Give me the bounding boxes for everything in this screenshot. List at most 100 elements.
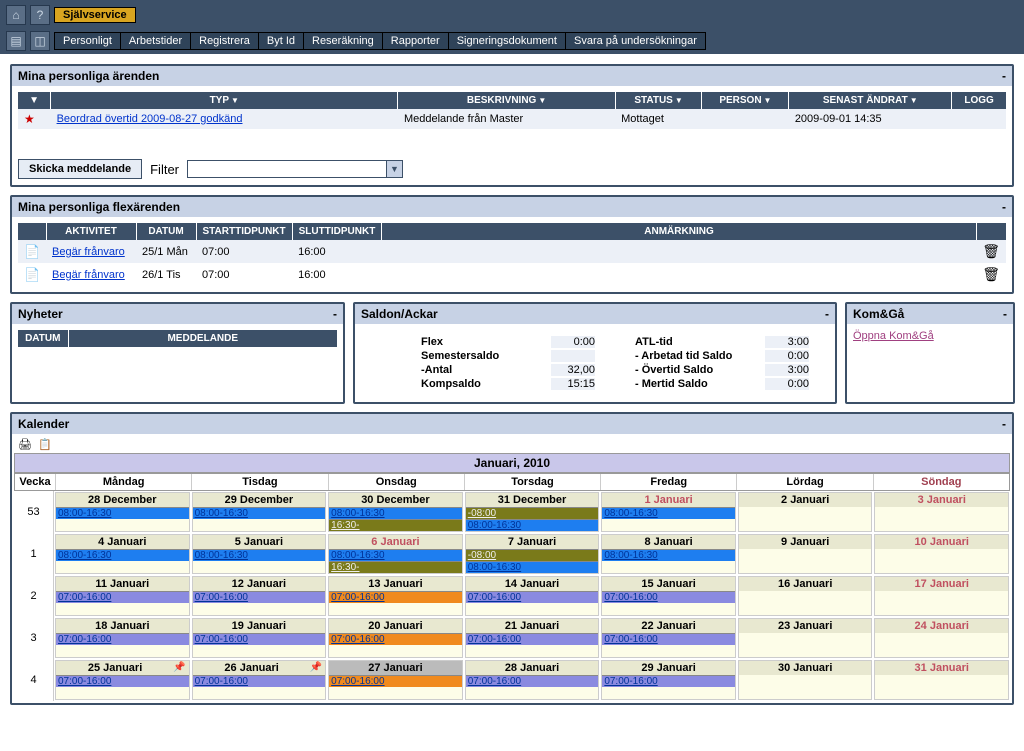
calendar-slot[interactable]: 08:00-16:30 [56, 507, 189, 519]
col-beskr[interactable]: BESKRIVNING▼ [398, 92, 615, 109]
send-message-button[interactable]: Skicka meddelande [18, 159, 142, 179]
calendar-cell[interactable]: 11 Januari07:00-16:00 [55, 576, 190, 616]
calendar-slot[interactable]: 08:00-16:30 [466, 561, 599, 573]
arende-link[interactable]: Beordrad övertid 2009-08-27 godkänd [57, 113, 243, 125]
calendar-slot[interactable]: 07:00-16:00 [602, 633, 735, 645]
calendar-cell[interactable]: 7 Januari-08:0008:00-16:30 [465, 534, 600, 574]
menu-registrera[interactable]: Registrera [191, 33, 259, 49]
open-komga-link[interactable]: Öppna Kom&Gå [853, 330, 934, 342]
calendar-cell[interactable]: 17 Januari [874, 576, 1009, 616]
print-icon[interactable]: 🖨 [18, 438, 32, 451]
menu-signering[interactable]: Signeringsdokument [449, 33, 566, 49]
calendar-slot[interactable]: 07:00-16:00 [193, 675, 326, 687]
menu-svara[interactable]: Svara på undersökningar [566, 33, 705, 49]
calendar-cell[interactable]: 30 Januari [738, 660, 873, 700]
filter-input[interactable] [187, 160, 387, 178]
calendar-slot[interactable]: 07:00-16:00 [193, 633, 326, 645]
calendar-cell[interactable]: 27 Januari07:00-16:00 [328, 660, 463, 700]
calendar-cell[interactable]: 1 Januari08:00-16:30 [601, 492, 736, 532]
col-aktivitet[interactable]: AKTIVITET [46, 223, 136, 240]
calendar-cell[interactable]: 8 Januari08:00-16:30 [601, 534, 736, 574]
calendar-slot[interactable]: 16:30- [329, 519, 462, 531]
col-person[interactable]: PERSON▼ [702, 92, 789, 109]
collapse-icon[interactable]: - [1002, 200, 1006, 214]
calendar-cell[interactable]: 23 Januari [738, 618, 873, 658]
calendar-cell[interactable]: 30 December08:00-16:3016:30- [328, 492, 463, 532]
calendar-cell[interactable]: 24 Januari [874, 618, 1009, 658]
export-icon[interactable]: 📋 [38, 438, 52, 451]
calendar-cell[interactable]: 28 December08:00-16:30 [55, 492, 190, 532]
calendar-cell[interactable]: 22 Januari07:00-16:00 [601, 618, 736, 658]
calendar-slot[interactable]: 07:00-16:00 [602, 591, 735, 603]
menu-rapporter[interactable]: Rapporter [383, 33, 449, 49]
calendar-cell[interactable]: 3 Januari [874, 492, 1009, 532]
calendar-slot[interactable]: 08:00-16:30 [602, 507, 735, 519]
calendar-cell[interactable]: 4 Januari08:00-16:30 [55, 534, 190, 574]
calendar-slot[interactable]: 07:00-16:00 [466, 675, 599, 687]
calendar-slot[interactable]: 08:00-16:30 [329, 507, 462, 519]
calendar-cell[interactable]: 20 Januari07:00-16:00 [328, 618, 463, 658]
calendar-slot[interactable]: 16:30- [329, 561, 462, 573]
calendar-slot[interactable]: 08:00-16:30 [193, 549, 326, 561]
flex-activity-link[interactable]: Begär frånvaro [52, 246, 125, 258]
trash-icon[interactable]: 🗑 [982, 266, 1000, 282]
col-senast[interactable]: SENAST ÄNDRAT▼ [789, 92, 952, 109]
calendar-cell[interactable]: 15 Januari07:00-16:00 [601, 576, 736, 616]
calendar-cell[interactable]: 29 December08:00-16:30 [192, 492, 327, 532]
calendar-cell[interactable]: 14 Januari07:00-16:00 [465, 576, 600, 616]
calendar-cell[interactable]: 31 Januari [874, 660, 1009, 700]
chart-icon[interactable]: ◫ [30, 31, 50, 51]
calendar-slot[interactable]: 07:00-16:00 [56, 633, 189, 645]
collapse-icon[interactable]: - [1002, 69, 1006, 83]
col-medd[interactable]: MEDDELANDE [68, 330, 337, 347]
calendar-cell[interactable]: 16 Januari [738, 576, 873, 616]
col-status[interactable]: STATUS▼ [615, 92, 702, 109]
calendar-cell[interactable]: 5 Januari08:00-16:30 [192, 534, 327, 574]
calendar-slot[interactable]: 08:00-16:30 [329, 549, 462, 561]
calendar-slot[interactable]: 08:00-16:30 [602, 549, 735, 561]
home-icon[interactable]: ⌂ [6, 5, 26, 25]
calendar-slot[interactable]: 07:00-16:00 [329, 633, 462, 645]
col-anm[interactable]: ANMÄRKNING [382, 223, 976, 240]
col-logg[interactable]: LOGG [952, 92, 1006, 109]
col-datum[interactable]: DATUM [18, 330, 68, 347]
menu-reserakning[interactable]: Reseräkning [304, 33, 383, 49]
calendar-slot[interactable]: 07:00-16:00 [329, 675, 462, 687]
calendar-cell[interactable]: 9 Januari [738, 534, 873, 574]
col-datum[interactable]: DATUM [136, 223, 196, 240]
collapse-icon[interactable]: - [1002, 417, 1006, 431]
menu-personligt[interactable]: Personligt [55, 33, 121, 49]
calendar-slot[interactable]: 07:00-16:00 [466, 591, 599, 603]
col-dropdown[interactable]: ▼ [18, 92, 51, 109]
menu-arbetstider[interactable]: Arbetstider [121, 33, 191, 49]
menu-bytid[interactable]: Byt Id [259, 33, 304, 49]
calendar-cell[interactable]: 6 Januari08:00-16:3016:30- [328, 534, 463, 574]
collapse-icon[interactable]: - [333, 307, 337, 321]
calendar-cell[interactable]: 25 Januari📌07:00-16:00 [55, 660, 190, 700]
calendar-slot[interactable]: -08:00 [466, 549, 599, 561]
calendar-cell[interactable]: 26 Januari📌07:00-16:00 [192, 660, 327, 700]
calendar-slot[interactable]: 08:00-16:30 [56, 549, 189, 561]
calendar-cell[interactable]: 13 Januari07:00-16:00 [328, 576, 463, 616]
calendar-slot[interactable]: 08:00-16:30 [193, 507, 326, 519]
calendar-cell[interactable]: 31 December-08:0008:00-16:30 [465, 492, 600, 532]
collapse-icon[interactable]: - [825, 307, 829, 321]
calendar-slot[interactable]: 08:00-16:30 [466, 519, 599, 531]
calendar-cell[interactable]: 29 Januari07:00-16:00 [601, 660, 736, 700]
help-icon[interactable]: ? [30, 5, 50, 25]
calendar-slot[interactable]: 07:00-16:00 [193, 591, 326, 603]
tree-icon[interactable]: ▤ [6, 31, 26, 51]
calendar-cell[interactable]: 28 Januari07:00-16:00 [465, 660, 600, 700]
col-typ[interactable]: TYP▼ [51, 92, 398, 109]
calendar-cell[interactable]: 21 Januari07:00-16:00 [465, 618, 600, 658]
calendar-cell[interactable]: 19 Januari07:00-16:00 [192, 618, 327, 658]
col-start[interactable]: STARTTIDPUNKT [196, 223, 292, 240]
collapse-icon[interactable]: - [1003, 307, 1007, 321]
calendar-cell[interactable]: 2 Januari [738, 492, 873, 532]
active-tab[interactable]: Självservice [54, 7, 136, 23]
calendar-cell[interactable]: 10 Januari [874, 534, 1009, 574]
col-slut[interactable]: SLUTTIDPUNKT [292, 223, 382, 240]
trash-icon[interactable]: 🗑 [982, 243, 1000, 259]
calendar-slot[interactable]: -08:00 [466, 507, 599, 519]
calendar-slot[interactable]: 07:00-16:00 [56, 591, 189, 603]
